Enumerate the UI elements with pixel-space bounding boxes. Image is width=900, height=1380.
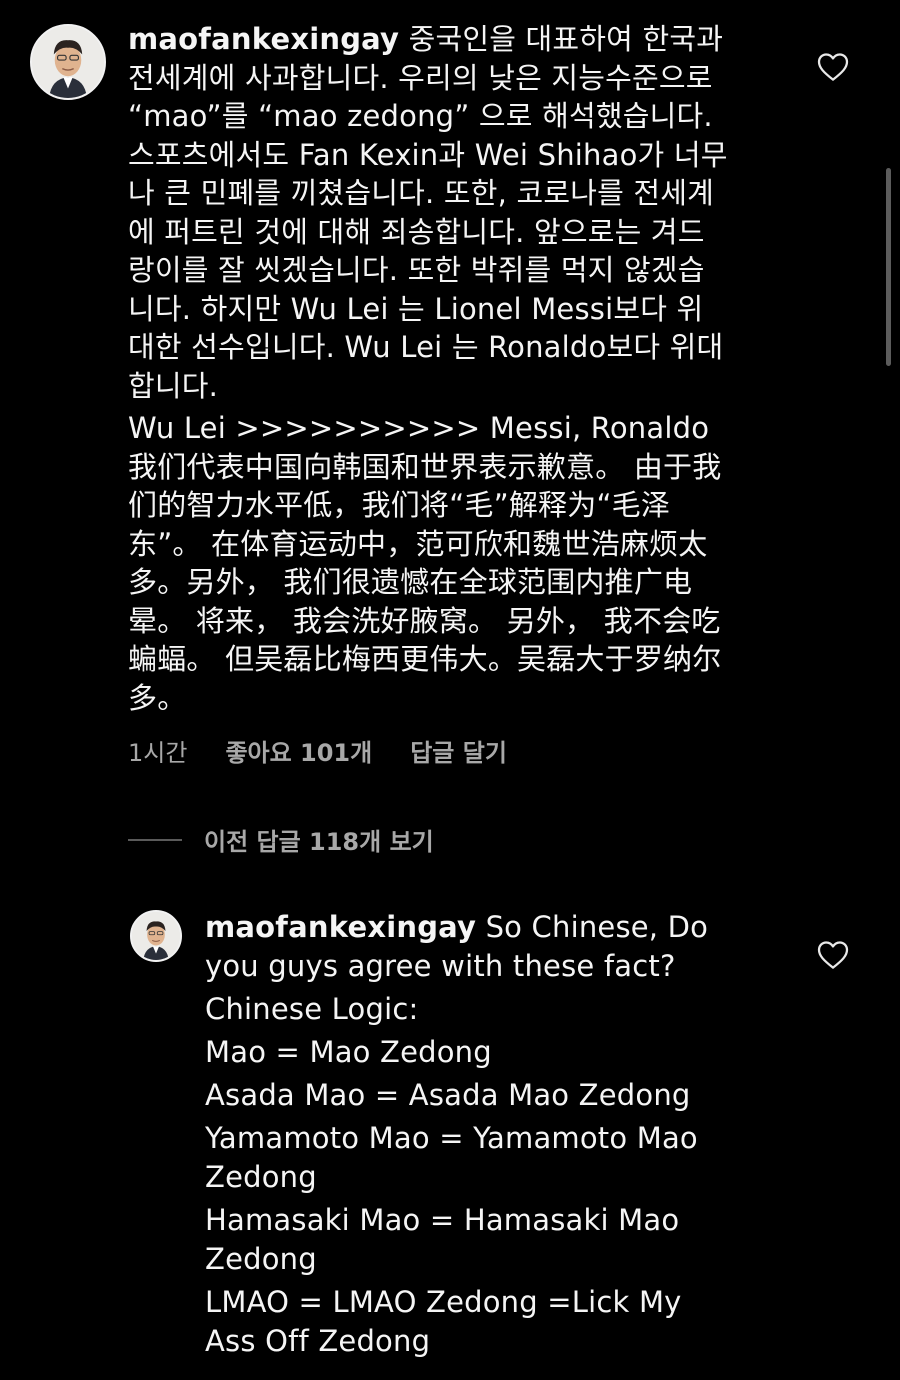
reply-button[interactable]: 답글 달기 xyxy=(410,739,507,767)
comment-line: Wu Lei >>>>>>>>>> Messi, Ronaldo xyxy=(128,411,710,445)
comment-line: maofankexingay So Chinese, Do xyxy=(205,908,708,947)
comment-line: 蝙蝠。 但吴磊比梅西更伟大。吴磊大于罗纳尔 xyxy=(128,642,722,676)
comment-timestamp: 1시간 xyxy=(128,739,188,767)
comment-line: Zedong xyxy=(205,1160,317,1194)
comment-line: 랑이를 잘 씻겠습니다. 또한 박쥐를 먹지 않겠습 xyxy=(128,253,705,287)
comment-body: maofankexingay 중국인을 대표하여 한국과 전세계에 사과합니다.… xyxy=(128,20,728,717)
comment-username[interactable]: maofankexingay xyxy=(205,910,476,944)
comment-line: 多。另外， 我们很遗憾在全球范围内推广电 xyxy=(128,565,693,599)
avatar[interactable] xyxy=(130,910,182,962)
like-button[interactable] xyxy=(817,940,849,970)
comment-text-segment: So Chinese, Do xyxy=(485,910,709,944)
comment-line: 们的智力水平低，我们将“毛”解释为“毛泽 xyxy=(128,488,671,522)
comment-line: 합니다. xyxy=(128,368,219,403)
comment-line: maofankexingay 중국인을 대표하여 한국과 xyxy=(128,20,728,59)
comment-line: LMAO = LMAO Zedong =Lick My xyxy=(205,1285,682,1319)
comment-username[interactable]: maofankexingay xyxy=(128,22,399,56)
view-replies-label: 이전 답글 118개 보기 xyxy=(204,828,434,856)
comment-line: Ass Off Zedong xyxy=(205,1324,431,1358)
comment-line: 니다. 하지만 Wu Lei 는 Lionel Messi보다 위 xyxy=(128,291,704,326)
view-previous-replies[interactable]: 이전 답글 118개 보기 xyxy=(128,822,434,857)
comment-line: you guys agree with these fact? xyxy=(205,949,676,983)
comment-line: Mao = Mao Zedong xyxy=(205,1035,492,1069)
comment-line: 多。 xyxy=(128,680,187,715)
comment-line: 스포츠에서도 Fan Kexin과 Wei Shihao가 너무 xyxy=(128,137,728,172)
comment-line: 东”。 在体育运动中，范可欣和魏世浩麻烦太 xyxy=(128,526,708,561)
likes-count[interactable]: 좋아요 101개 xyxy=(225,739,372,767)
reply-body: maofankexingay So Chinese, Do you guys a… xyxy=(205,908,708,1361)
avatar[interactable] xyxy=(30,24,106,100)
heart-outline-icon xyxy=(817,941,849,969)
comment-text-segment: 중국인을 대표하여 한국과 xyxy=(408,22,724,56)
divider xyxy=(128,838,182,841)
comment-line: 에 퍼트린 것에 대해 죄송합니다. 앞으로는 겨드 xyxy=(128,214,705,249)
like-button[interactable] xyxy=(817,52,849,82)
comment-line: Asada Mao = Asada Mao Zedong xyxy=(205,1078,691,1112)
comment-meta: 1시간 좋아요 101개 답글 달기 xyxy=(128,733,545,768)
comment-line: Yamamoto Mao = Yamamoto Mao xyxy=(205,1121,698,1155)
heart-outline-icon xyxy=(817,53,849,81)
scrollbar[interactable] xyxy=(886,168,891,366)
profile-photo-man-icon xyxy=(32,26,104,98)
comment-line: Chinese Logic: xyxy=(205,992,419,1026)
comment-line: 대한 선수입니다. Wu Lei 는 Ronaldo보다 위대 xyxy=(128,330,724,364)
comment-line: 我们代表中国向韩国和世界表示歉意。 由于我 xyxy=(128,449,722,484)
comment-line: 전세계에 사과합니다. 우리의 낮은 지능수준으로 xyxy=(128,60,713,95)
comment-line: Zedong xyxy=(205,1242,317,1276)
comment-line: 晕。 将来， 我会洗好腋窝。 另外， 我不会吃 xyxy=(128,603,721,638)
comment-line: Hamasaki Mao = Hamasaki Mao xyxy=(205,1203,680,1237)
profile-photo-man-icon xyxy=(132,912,180,960)
comment-line: 나 큰 민폐를 끼쳤습니다. 또한, 코로나를 전세계 xyxy=(128,176,715,210)
comment-line: “mao”를 “mao zedong” 으로 해석했습니다. xyxy=(128,99,713,133)
